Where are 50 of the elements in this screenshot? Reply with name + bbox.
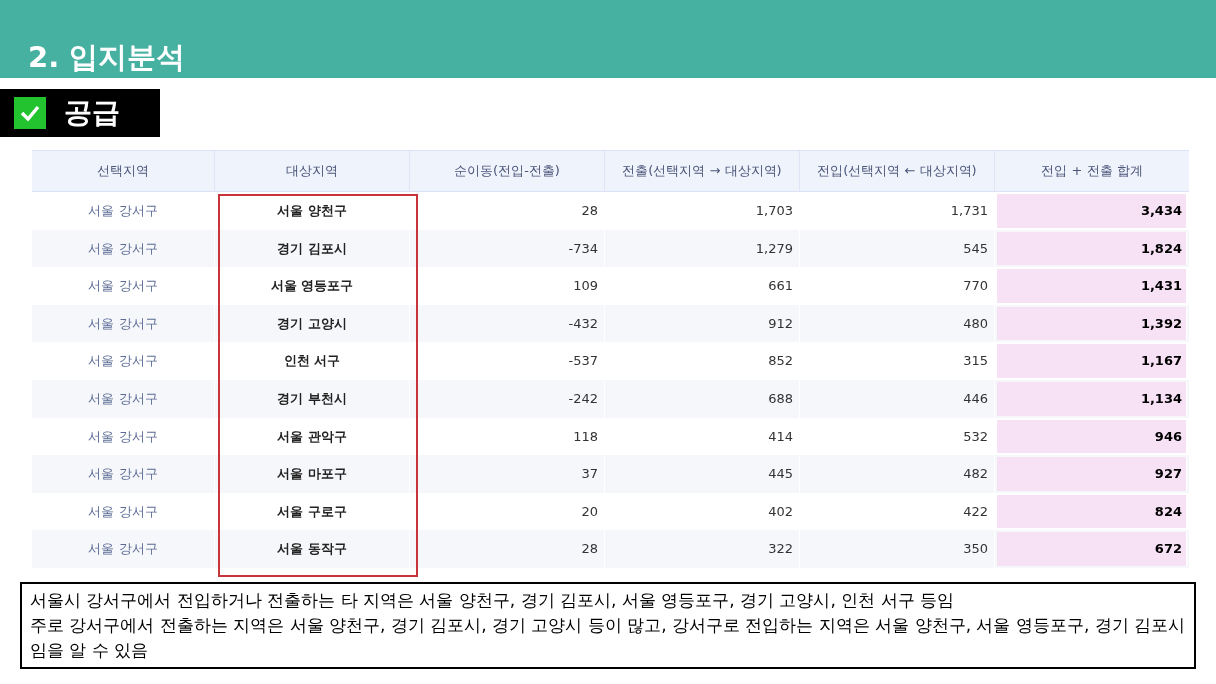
- table-cell: 482: [800, 455, 995, 493]
- table-cell: 1,392: [997, 306, 1187, 341]
- table-cell: 서울 강서구: [32, 530, 215, 568]
- table-cell: 서울 동작구: [215, 530, 410, 568]
- table-cell: 445: [605, 455, 800, 493]
- table-cell: 946: [997, 419, 1187, 454]
- table-cell: 서울 강서구: [32, 342, 215, 380]
- note-text: 주로 강서구에서 전출하는 지역은 서울 양천구, 경기 김포시, 경기 고양시 등이 많고, 강서구로 전입하는 지역은 서울 양천구, 서울 영등포구, 경기 김포시임을 알 수 있음: [30, 613, 1186, 662]
- table-cell: 1,134: [997, 381, 1187, 416]
- column-header: 선택지역: [32, 151, 215, 191]
- table-cell: 446: [800, 379, 995, 418]
- table-cell: 28: [410, 530, 605, 568]
- table-cell: 경기 부천시: [215, 379, 410, 418]
- table-cell: 1,731: [800, 192, 995, 230]
- table-cell: 770: [800, 267, 995, 305]
- table-cell: 1,824: [997, 231, 1187, 266]
- table-cell: 서울 강서구: [32, 379, 215, 418]
- table-cell: 350: [800, 530, 995, 568]
- table-cell: 672: [997, 532, 1187, 566]
- table-cell: 37: [410, 455, 605, 493]
- table-cell: 661: [605, 267, 800, 305]
- table-cell: 서울 강서구: [32, 267, 215, 305]
- table-cell: 서울 양천구: [215, 192, 410, 230]
- table-cell: 109: [410, 267, 605, 305]
- table-cell: 28: [410, 192, 605, 230]
- table-cell: -242: [410, 379, 605, 418]
- table-cell: 서울 강서구: [32, 455, 215, 493]
- table-cell: 1,167: [997, 344, 1187, 378]
- column-header: 전출(선택지역 → 대상지역): [605, 151, 800, 191]
- page-title: 2. 입지분석: [28, 43, 186, 72]
- table-cell: 824: [997, 494, 1187, 529]
- table-cell: 인천 서구: [215, 342, 410, 380]
- table-cell: 서울 마포구: [215, 455, 410, 493]
- table-cell: 322: [605, 530, 800, 568]
- column-header: 순이동(전입-전출): [410, 151, 605, 191]
- table-cell: 서울 강서구: [32, 192, 215, 230]
- table-cell: 688: [605, 379, 800, 418]
- table-cell: 1,431: [997, 269, 1187, 303]
- section-title: 공급: [64, 99, 120, 127]
- table-cell: 3,434: [997, 194, 1187, 228]
- table-cell: 852: [605, 342, 800, 380]
- table-cell: 1,703: [605, 192, 800, 230]
- table-cell: -537: [410, 342, 605, 380]
- table-cell: 927: [997, 457, 1187, 491]
- note-text: 서울시 강서구에서 전입하거나 전출하는 타 지역은 서울 양천구, 경기 김포시, 서울 영등포구, 경기 고양시, 인천 서구 등임: [30, 588, 956, 612]
- column-header: 대상지역: [215, 151, 410, 191]
- table-cell: 315: [800, 342, 995, 380]
- column-header: 전입 + 전출 합계: [1040, 162, 1144, 181]
- table-cell: 서울 영등포구: [215, 267, 410, 305]
- column-header: 전입(선택지역 ← 대상지역): [800, 151, 995, 191]
